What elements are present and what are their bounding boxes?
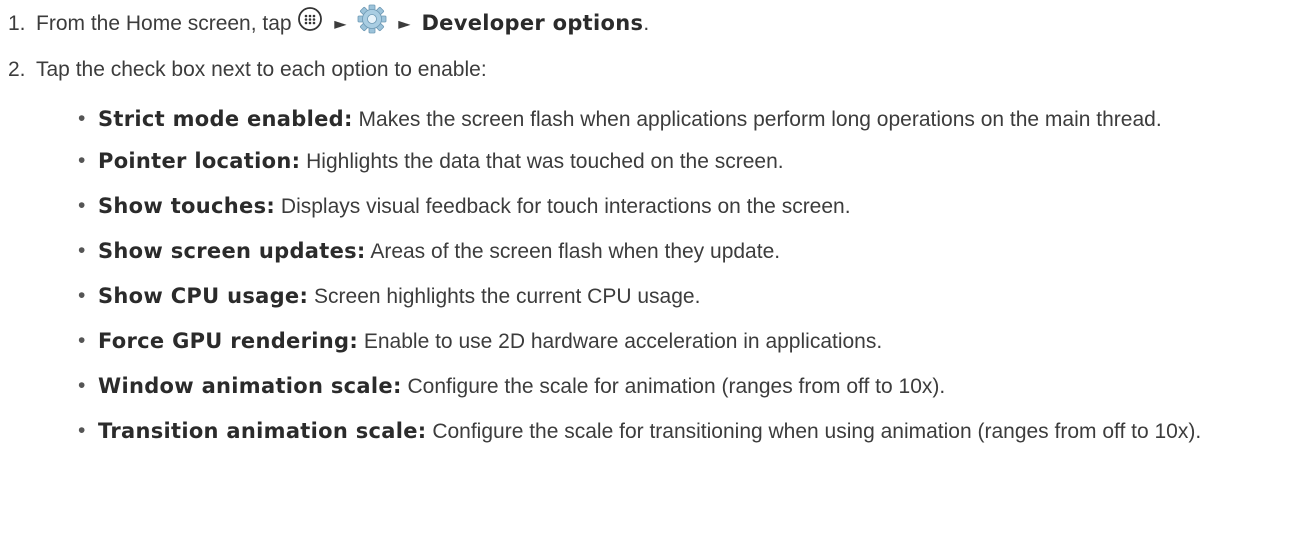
step-number: 1. — [8, 12, 26, 36]
step-text: From the Home screen, tap — [36, 12, 292, 36]
arrow-separator: ► — [334, 14, 347, 34]
bullet: • — [78, 107, 86, 130]
option-desc: Screen highlights the current CPU usage. — [314, 285, 701, 308]
step-number: 2. — [8, 58, 26, 81]
list-item: • Transition animation scale: Configure t… — [76, 419, 1276, 444]
bullet: • — [78, 419, 86, 442]
option-term: Show screen updates: — [98, 239, 366, 263]
step-2: 2. Tap the check box next to each option … — [8, 57, 487, 83]
option-term: Strict mode enabled: — [98, 107, 353, 131]
bullet: • — [78, 284, 86, 307]
option-term: Show CPU usage: — [98, 284, 309, 308]
option-term: Show touches: — [98, 194, 276, 218]
option-term: Window animation scale: — [98, 374, 402, 398]
bullet: • — [78, 374, 86, 397]
settings-gear-icon — [357, 4, 387, 41]
option-list: • Strict mode enabled: Makes the screen f… — [76, 107, 1276, 464]
bullet: • — [78, 194, 86, 217]
option-term: Pointer location: — [98, 149, 301, 173]
option-desc: Configure the scale for animation (range… — [407, 375, 946, 398]
list-item: • Show CPU usage: Screen highlights the c… — [76, 284, 1276, 309]
period: . — [643, 12, 650, 36]
option-desc: Makes the screen flash when applications… — [358, 108, 1162, 131]
apps-grid-icon — [297, 6, 323, 39]
step-1: 1. From the Home screen, tap ► ► Develop… — [8, 4, 650, 43]
option-desc: Enable to use 2D hardware acceleration i… — [363, 330, 883, 353]
list-item: • Pointer location: Highlights the data t… — [76, 149, 1276, 174]
list-item: • Window animation scale: Configure the s… — [76, 374, 1276, 399]
option-term: Transition animation scale: — [98, 419, 427, 443]
option-term: Force GPU rendering: — [98, 329, 359, 353]
option-desc: Displays visual feedback for touch inter… — [280, 195, 851, 218]
list-item: • Force GPU rendering: Enable to use 2D h… — [76, 329, 1276, 354]
developer-options-label: Developer options — [421, 11, 644, 36]
list-item: • Strict mode enabled: Makes the screen f… — [76, 107, 1276, 132]
arrow-separator: ► — [398, 14, 411, 34]
option-desc: Configure the scale for transitioning wh… — [432, 420, 1202, 443]
list-item: • Show screen updates: Areas of the scree… — [76, 239, 1276, 264]
option-desc: Highlights the data that was touched on … — [306, 150, 784, 173]
step-text: Tap the check box next to each option to… — [36, 58, 487, 81]
list-item: • Show touches: Displays visual feedback … — [76, 194, 1276, 219]
bullet: • — [78, 329, 86, 352]
bullet: • — [78, 149, 86, 172]
option-desc: Areas of the screen flash when they upda… — [370, 240, 781, 263]
bullet: • — [78, 239, 86, 262]
